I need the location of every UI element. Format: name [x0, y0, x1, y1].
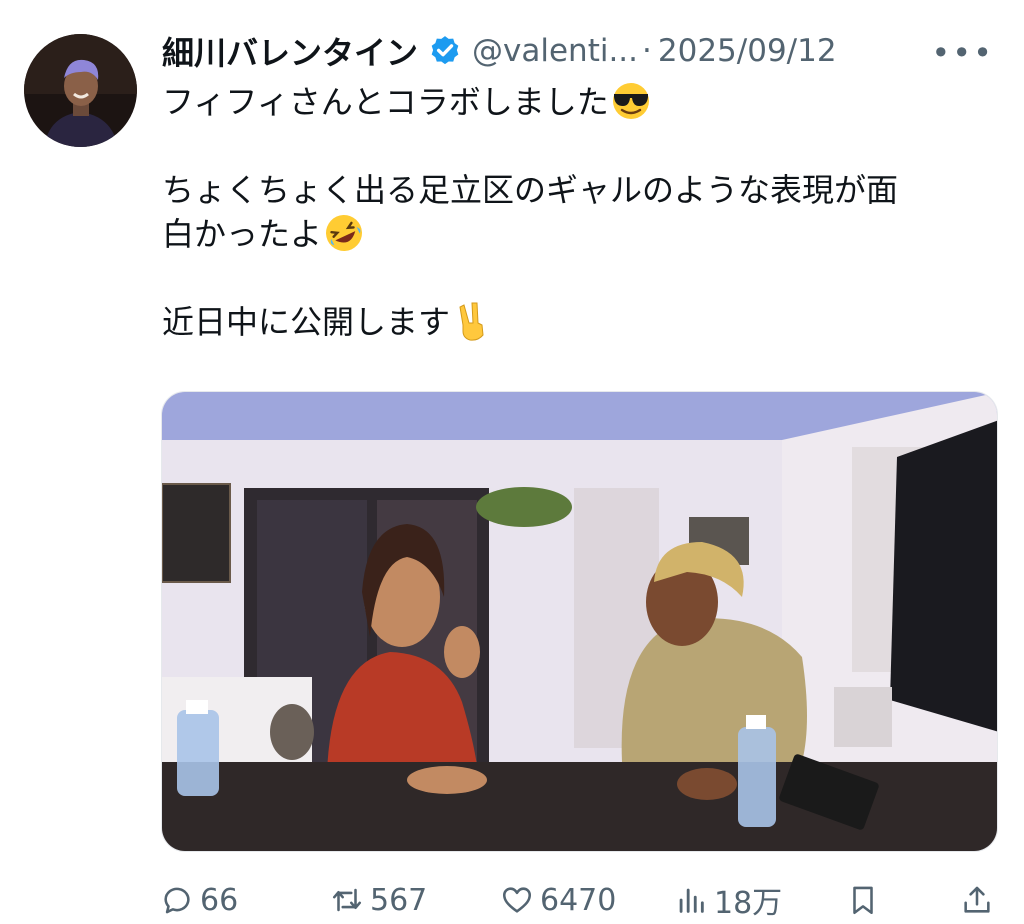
- tweet-text: フィフィさんとコラボしました ちょくちょく出る足立区のギャルのような表現が面 白…: [162, 80, 992, 344]
- author-handle[interactable]: @valenti...: [472, 33, 638, 69]
- tweet-line-4: 近日中に公開します: [162, 303, 451, 341]
- tweet-date[interactable]: 2025/09/12: [658, 33, 837, 69]
- tweet-line-2: ちょくちょく出る足立区のギャルのような表現が面: [162, 171, 899, 209]
- photo-image: [162, 392, 997, 851]
- view-count: 18万: [714, 886, 783, 921]
- tweet-action-bar: 66 567 6470 18万: [160, 872, 1000, 924]
- verified-badge-icon: [431, 36, 459, 65]
- share-button[interactable]: [960, 880, 1000, 920]
- bookmark-icon: [853, 886, 873, 915]
- views-chart-icon: [679, 888, 704, 913]
- tweet-paragraph-2: ちょくちょく出る足立区のギャルのような表現が面 白かったよ: [162, 168, 992, 256]
- tweet-header: 細川バレンタイン @valenti... · 2025/09/12: [162, 26, 994, 76]
- bookmark-button[interactable]: [846, 880, 886, 920]
- rolling-on-the-floor-laughing-icon: [326, 215, 363, 251]
- tweet-line-1: フィフィさんとコラボしました: [162, 83, 609, 121]
- retweet-button[interactable]: 567: [330, 880, 427, 920]
- reply-icon: [164, 887, 190, 914]
- smiling-face-with-sunglasses-icon: [612, 83, 649, 119]
- views-button[interactable]: 18万: [674, 880, 783, 921]
- header-separator: ·: [642, 33, 652, 69]
- like-count: 6470: [540, 882, 617, 918]
- tweet-media-photo[interactable]: [161, 391, 998, 852]
- reply-count: 66: [200, 882, 239, 918]
- avatar-image: [24, 34, 137, 147]
- retweet-icon: [332, 888, 362, 912]
- author-name[interactable]: 細川バレンタイン: [162, 28, 418, 74]
- retweet-count: 567: [370, 882, 428, 918]
- reply-button[interactable]: 66: [160, 880, 238, 920]
- share-icon: [964, 886, 990, 913]
- heart-icon: [502, 887, 532, 913]
- author-avatar[interactable]: [24, 34, 137, 147]
- victory-hand-icon: [459, 302, 484, 341]
- more-options-button[interactable]: •••: [931, 34, 994, 72]
- tweet-line-3: 白かったよ: [162, 215, 323, 253]
- like-button[interactable]: 6470: [500, 880, 616, 920]
